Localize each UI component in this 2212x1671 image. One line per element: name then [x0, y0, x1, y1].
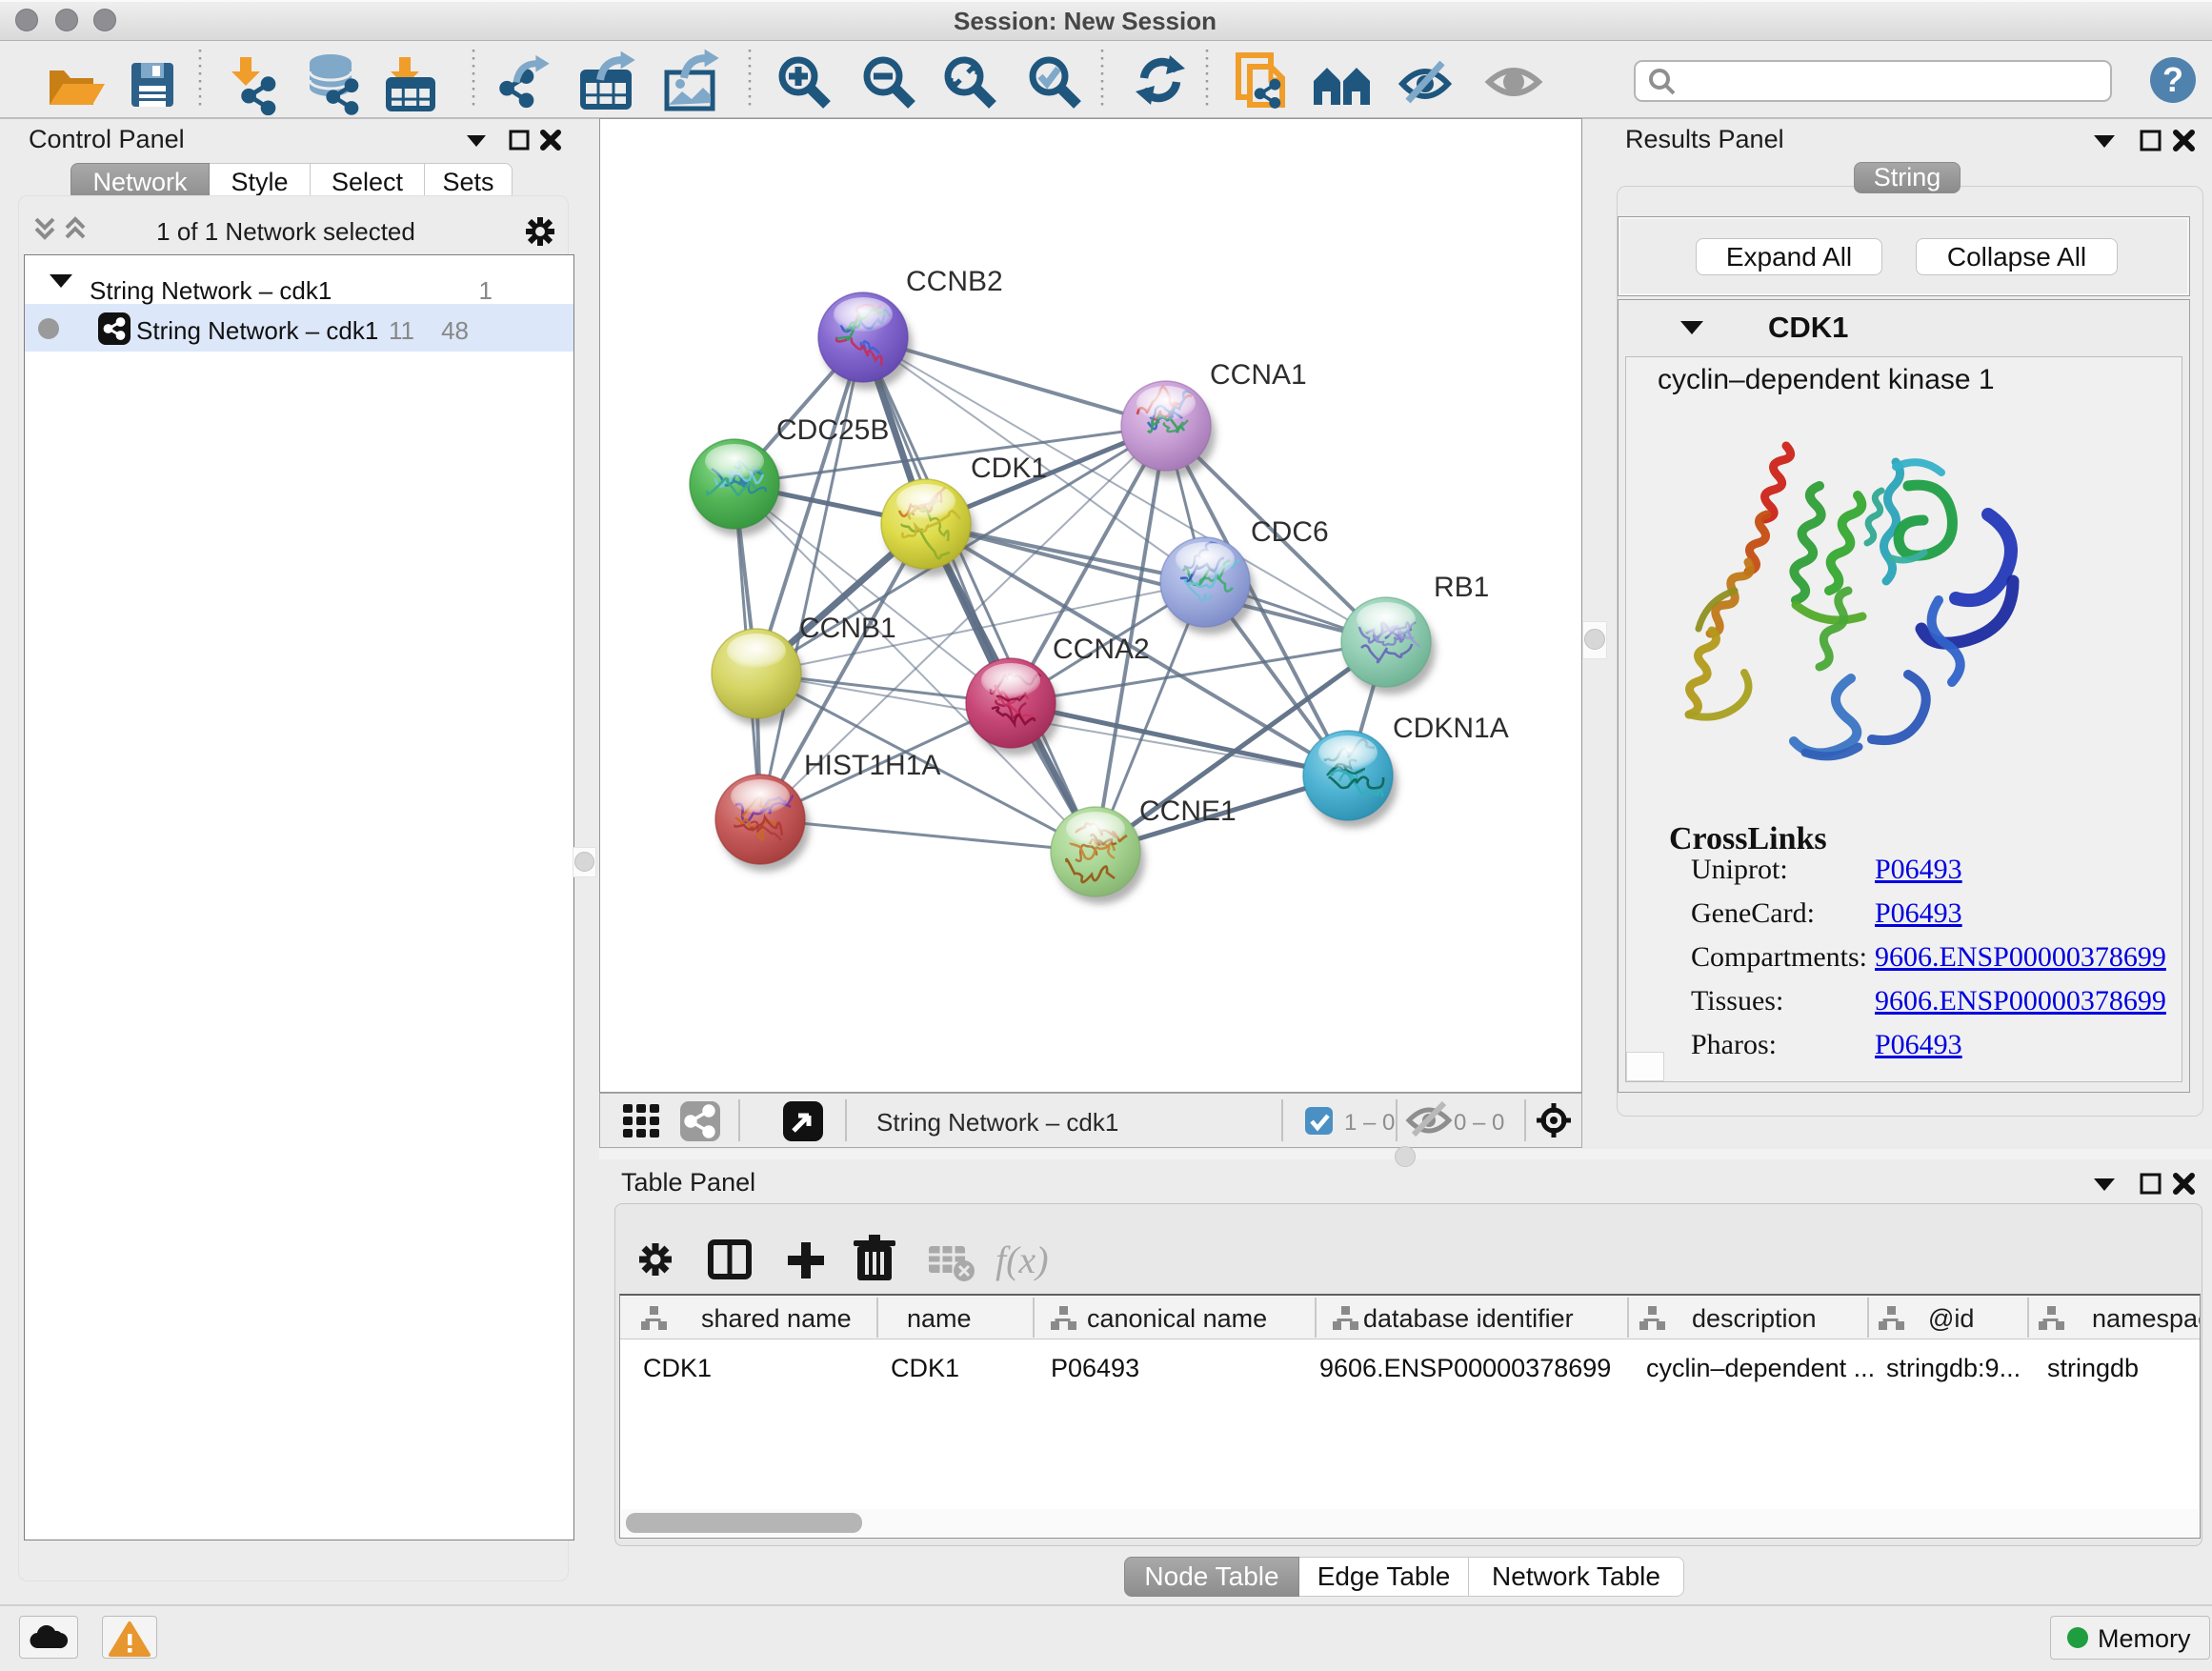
svg-text:database identifier: database identifier: [1363, 1304, 1574, 1333]
svg-text:String Network – cdk1: String Network – cdk1: [876, 1108, 1118, 1137]
svg-text:stringdb:9...: stringdb:9...: [1886, 1354, 2021, 1382]
svg-text:shared name: shared name: [701, 1304, 852, 1333]
svg-text:HIST1H1A: HIST1H1A: [804, 750, 940, 781]
svg-text:CDKN1A: CDKN1A: [1393, 713, 1509, 744]
svg-text:CDC25B: CDC25B: [776, 414, 889, 446]
svg-text:name: name: [907, 1304, 972, 1333]
svg-text:CDC6: CDC6: [1251, 516, 1329, 548]
svg-text:P06493: P06493: [1051, 1354, 1139, 1382]
svg-text:RB1: RB1: [1434, 572, 1489, 603]
svg-text:stringdb: stringdb: [2047, 1354, 2139, 1382]
svg-text:namespac: namespac: [2092, 1304, 2200, 1333]
svg-text:CDK1: CDK1: [971, 453, 1047, 484]
svg-text:@id: @id: [1928, 1304, 1974, 1333]
svg-text:CDK1: CDK1: [643, 1354, 712, 1382]
svg-text:CDK1: CDK1: [891, 1354, 959, 1382]
svg-text:CCNE1: CCNE1: [1139, 795, 1237, 827]
svg-text:CCNB2: CCNB2: [906, 266, 1003, 297]
svg-text:CCNB1: CCNB1: [799, 613, 896, 644]
svg-text:cyclin–dependent ...: cyclin–dependent ...: [1646, 1354, 1875, 1382]
svg-text:CCNA2: CCNA2: [1053, 634, 1150, 665]
svg-text:canonical name: canonical name: [1087, 1304, 1267, 1333]
svg-text:description: description: [1692, 1304, 1817, 1333]
svg-text:9606.ENSP00000378699: 9606.ENSP00000378699: [1319, 1354, 1611, 1382]
svg-text:CCNA1: CCNA1: [1210, 359, 1307, 391]
svg-text:f(x): f(x): [995, 1238, 1049, 1281]
svg-text:1 – 0: 1 – 0: [1344, 1110, 1395, 1136]
svg-text:?: ?: [2162, 60, 2183, 99]
svg-text:0 – 0: 0 – 0: [1454, 1110, 1504, 1136]
